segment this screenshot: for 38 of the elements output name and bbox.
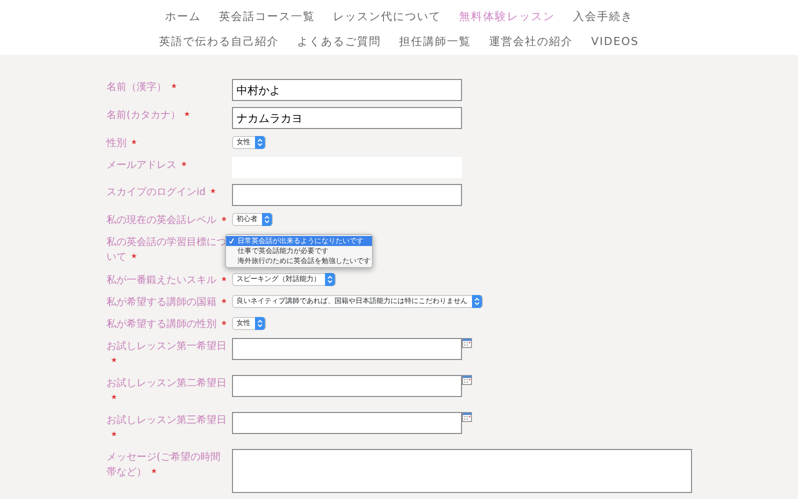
stepper-icon[interactable] [256, 319, 262, 328]
input-field[interactable]: 中村かよ [232, 79, 462, 101]
field-label: 名前（漢字） [106, 79, 228, 95]
nav-link-item[interactable]: 運営会社の紹介 [489, 34, 574, 50]
field-label: メールアドレス [106, 157, 228, 173]
input-field[interactable]: ナカムラカヨ [232, 107, 462, 129]
nav-link-item[interactable]: ホーム [165, 8, 201, 25]
stepper-icon[interactable] [474, 297, 480, 306]
stepper-icon[interactable] [256, 138, 262, 147]
calendar-icon[interactable] [462, 375, 472, 385]
stepper-icon[interactable] [326, 275, 332, 284]
field-label: 私が希望する講師の性別 [106, 316, 228, 332]
nav-link-item[interactable]: 入会手続き [573, 8, 633, 25]
nav-link-item[interactable]: VIDEOS [591, 34, 639, 50]
field-label: お試しレッスン第三希望日 [106, 412, 228, 443]
nav-link-item[interactable]: 担任講師一覧 [399, 34, 472, 50]
input-field[interactable] [232, 375, 462, 397]
nav-link-item[interactable]: 英会話コース一覧 [219, 8, 315, 25]
field-label: お試しレッスン第一希望日 [106, 338, 228, 369]
field-label: 名前(カタカナ） [106, 107, 228, 123]
field-label: メッセージ(ご希望の時間帯など） [106, 450, 222, 480]
calendar-icon[interactable] [462, 338, 472, 348]
nav-link-item[interactable]: 英語で伝わる自己紹介 [159, 34, 280, 50]
field-label: 私の現在の英会話レベル [106, 212, 228, 228]
message-field[interactable] [232, 449, 692, 493]
field-label: お試しレッスン第二希望日 [106, 375, 228, 406]
checkmark-icon [228, 238, 234, 244]
input-field[interactable] [232, 184, 462, 206]
nav-link-item[interactable]: レッスン代について [333, 8, 441, 25]
field-label: スカイプのログインid [106, 184, 228, 200]
stepper-icon[interactable] [264, 215, 270, 224]
calendar-icon[interactable] [462, 412, 472, 422]
nav-link-item[interactable]: よくあるご質問 [297, 34, 382, 50]
input-field[interactable] [232, 412, 462, 434]
input-field[interactable] [232, 338, 462, 360]
field-label: 私が一番鍛えたいスキル [106, 272, 228, 288]
field-label: 私が希望する講師の国籍 [106, 294, 228, 310]
field-label: 性別 [106, 135, 228, 151]
